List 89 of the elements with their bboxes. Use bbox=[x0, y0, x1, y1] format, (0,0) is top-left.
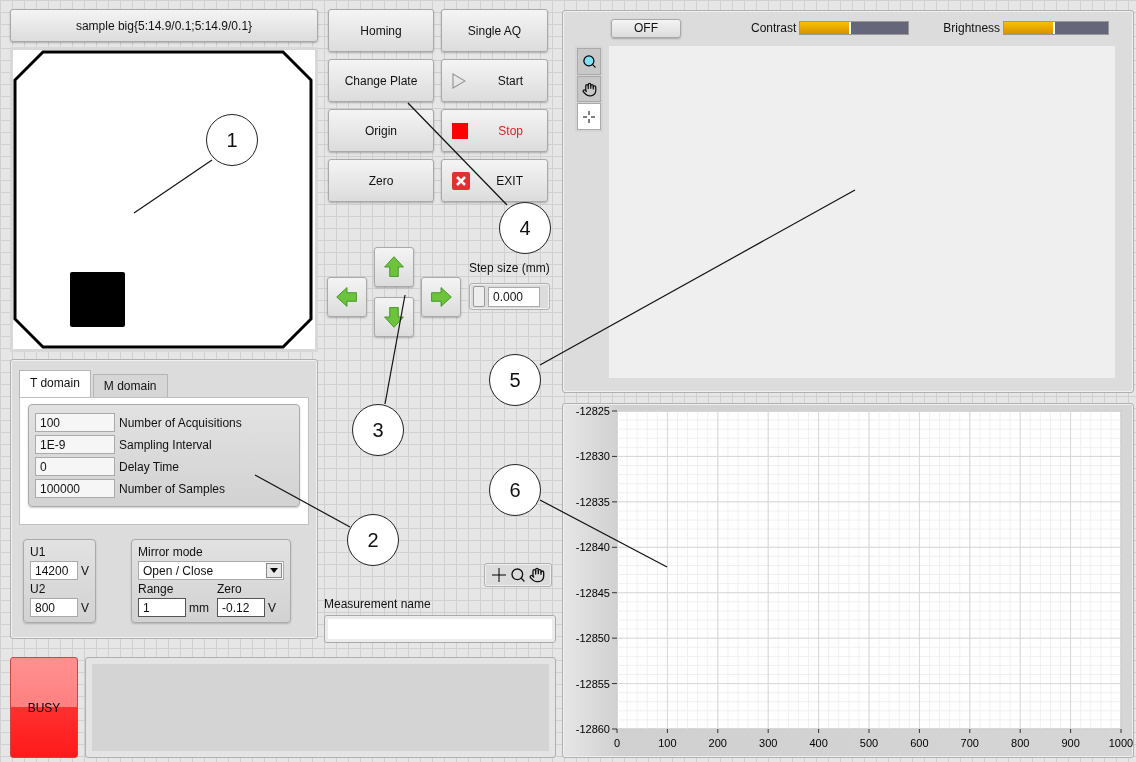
command-button[interactable]: Start bbox=[441, 59, 548, 102]
x-tick-label: 400 bbox=[809, 737, 828, 749]
x-tick-label: 500 bbox=[859, 737, 879, 749]
parameter-label: Sampling Interval bbox=[119, 437, 212, 452]
command-button[interactable]: Homing bbox=[328, 9, 434, 52]
contrast-label: Contrast bbox=[751, 21, 797, 35]
range-field[interactable]: 1 bbox=[138, 598, 186, 617]
command-button[interactable]: Origin bbox=[328, 109, 434, 152]
step-size-control[interactable]: 0.000 bbox=[469, 283, 550, 310]
hand-icon bbox=[581, 81, 597, 97]
voltage-field[interactable]: 14200 bbox=[30, 561, 78, 580]
camera-toggle-button[interactable]: OFF bbox=[611, 18, 681, 38]
unit-label: V bbox=[81, 600, 89, 615]
y-tick-label: -12855 bbox=[575, 677, 610, 690]
pan-tool[interactable] bbox=[577, 75, 601, 103]
measurement-name-field[interactable] bbox=[324, 615, 556, 643]
tab[interactable]: M domain bbox=[92, 374, 168, 397]
x-tick-label: 0 bbox=[613, 737, 621, 749]
unit-label: V bbox=[81, 563, 89, 578]
y-tick-label: -12860 bbox=[575, 723, 610, 735]
zoom-icon[interactable] bbox=[510, 567, 526, 583]
zero-label: Zero bbox=[217, 582, 243, 596]
down-arrow-icon bbox=[382, 305, 406, 329]
sample-marker bbox=[70, 272, 125, 327]
dropdown-caret-icon bbox=[270, 568, 278, 573]
stop-icon bbox=[452, 122, 468, 139]
callout-marker: 5 bbox=[489, 354, 541, 406]
plate-selector[interactable]: sample big{5:14.9/0.1;5:14.9/0.1} bbox=[10, 9, 318, 42]
parameter-field[interactable]: 0 bbox=[35, 457, 115, 476]
parameter-field[interactable]: 100 bbox=[35, 413, 115, 432]
command-button[interactable]: Change Plate bbox=[328, 59, 434, 102]
unit-label: V bbox=[268, 600, 277, 615]
measurement-name-label: Measurement name bbox=[324, 597, 432, 611]
contrast-bar[interactable] bbox=[799, 21, 910, 35]
left-arrow-button[interactable] bbox=[327, 277, 367, 317]
callout-marker: 6 bbox=[489, 464, 541, 516]
up-arrow-button[interactable] bbox=[374, 247, 414, 287]
callout-marker: 3 bbox=[352, 404, 404, 456]
mirror-mode-dropdown[interactable]: Open / Close bbox=[138, 561, 284, 580]
y-tick-label: -12825 bbox=[575, 405, 610, 417]
down-arrow-button[interactable] bbox=[374, 297, 414, 337]
zoom-tool[interactable] bbox=[577, 48, 601, 75]
x-tick-label: 200 bbox=[708, 737, 727, 749]
busy-indicator[interactable]: BUSY bbox=[10, 657, 78, 758]
command-button[interactable]: EXIT bbox=[441, 159, 548, 202]
range-label: Range bbox=[138, 582, 175, 596]
y-tick-label: -12835 bbox=[575, 495, 610, 508]
zero-field[interactable]: -0.12 bbox=[217, 598, 265, 617]
command-button[interactable]: Single AQ bbox=[441, 9, 548, 52]
play-icon bbox=[452, 72, 466, 89]
command-button[interactable]: Stop bbox=[441, 109, 548, 152]
crosshair-icon bbox=[583, 110, 595, 123]
parameter-label: Number of Acquisitions bbox=[119, 415, 242, 430]
y-tick-label: -12850 bbox=[575, 632, 610, 645]
tab[interactable]: T domain bbox=[19, 370, 91, 397]
x-tick-label: 800 bbox=[1011, 737, 1030, 749]
x-tick-label: 1000 bbox=[1108, 737, 1133, 749]
crosshair-tool[interactable] bbox=[577, 103, 601, 130]
parameter-label: Delay Time bbox=[119, 459, 180, 474]
voltage-label: U2 bbox=[30, 582, 47, 596]
unit-label: mm bbox=[189, 600, 209, 615]
brightness-label: Brightness bbox=[943, 21, 1001, 35]
mirror-mode-label: Mirror mode bbox=[138, 545, 203, 559]
y-tick-label: -12840 bbox=[575, 541, 610, 554]
up-arrow-icon bbox=[382, 255, 406, 279]
parameter-field[interactable]: 100000 bbox=[35, 479, 115, 498]
command-button[interactable]: Zero bbox=[328, 159, 434, 202]
parameter-field[interactable]: 1E-9 bbox=[35, 435, 115, 454]
voltage-label: U1 bbox=[30, 545, 47, 559]
x-tick-label: 300 bbox=[759, 737, 778, 749]
right-arrow-icon bbox=[429, 285, 453, 309]
callout-marker: 2 bbox=[347, 514, 399, 566]
x-tick-label: 100 bbox=[658, 737, 677, 749]
close-icon bbox=[452, 171, 470, 190]
zoom-icon bbox=[581, 53, 597, 69]
parameter-label: Number of Samples bbox=[119, 481, 226, 496]
step-size-label: Step size (mm) bbox=[469, 261, 550, 275]
hand-icon[interactable] bbox=[529, 567, 545, 583]
voltage-field[interactable]: 800 bbox=[30, 598, 78, 617]
y-tick-label: -12845 bbox=[575, 586, 610, 599]
left-arrow-icon bbox=[335, 285, 359, 309]
x-tick-label: 600 bbox=[910, 737, 929, 749]
callout-marker: 4 bbox=[499, 202, 551, 254]
brightness-bar[interactable] bbox=[1003, 21, 1110, 35]
x-tick-label: 700 bbox=[960, 737, 979, 749]
cursor-icon[interactable] bbox=[491, 567, 507, 583]
x-tick-label: 900 bbox=[1061, 737, 1080, 749]
right-arrow-button[interactable] bbox=[421, 277, 461, 317]
y-tick-label: -12830 bbox=[575, 450, 610, 463]
